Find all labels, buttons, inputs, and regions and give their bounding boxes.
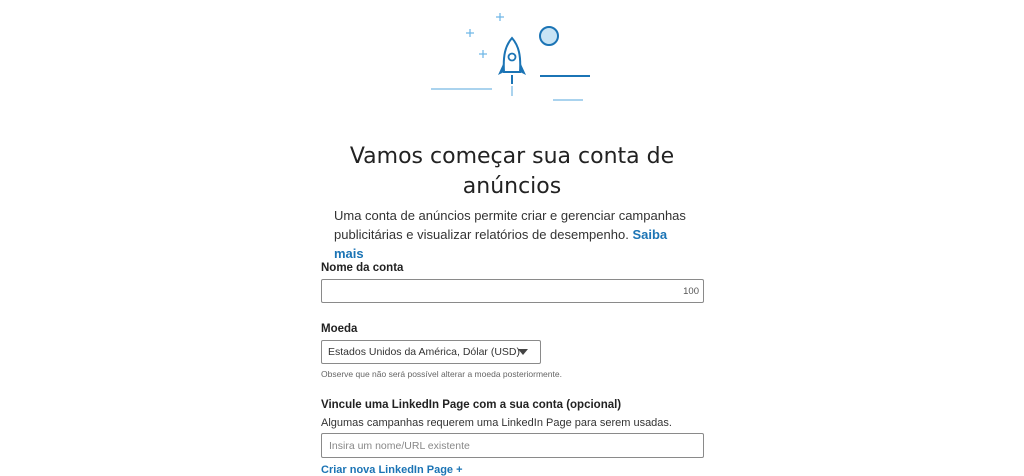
linkedin-page-input[interactable] bbox=[321, 433, 704, 458]
caret-down-icon bbox=[518, 349, 528, 355]
rocket-icon bbox=[498, 36, 526, 96]
currency-note: Observe que não será possível alterar a … bbox=[321, 369, 562, 379]
linkedin-page-help: Algumas campanhas requerem uma LinkedIn … bbox=[321, 417, 672, 429]
create-linkedin-page-link[interactable]: Criar nova LinkedIn Page + bbox=[321, 464, 463, 476]
page-description: Uma conta de anúncios permite criar e ge… bbox=[334, 206, 694, 263]
rocket-illustration bbox=[431, 13, 590, 101]
sparkle-icon bbox=[466, 13, 504, 58]
linkedin-page-label: Vincule uma LinkedIn Page com a sua cont… bbox=[321, 399, 622, 411]
hero-illustration bbox=[0, 0, 1024, 115]
account-name-label: Nome da conta bbox=[321, 262, 404, 274]
currency-select[interactable]: Estados Unidos da América, Dólar (USD) bbox=[321, 340, 541, 364]
char-counter: 100 bbox=[683, 286, 699, 297]
account-name-input[interactable]: 100 bbox=[321, 279, 704, 303]
currency-selected-value: Estados Unidos da América, Dólar (USD) bbox=[328, 346, 520, 358]
page-title: Vamos começar sua conta de anúncios bbox=[349, 144, 675, 199]
currency-label: Moeda bbox=[321, 323, 358, 335]
planet-icon bbox=[539, 26, 559, 46]
